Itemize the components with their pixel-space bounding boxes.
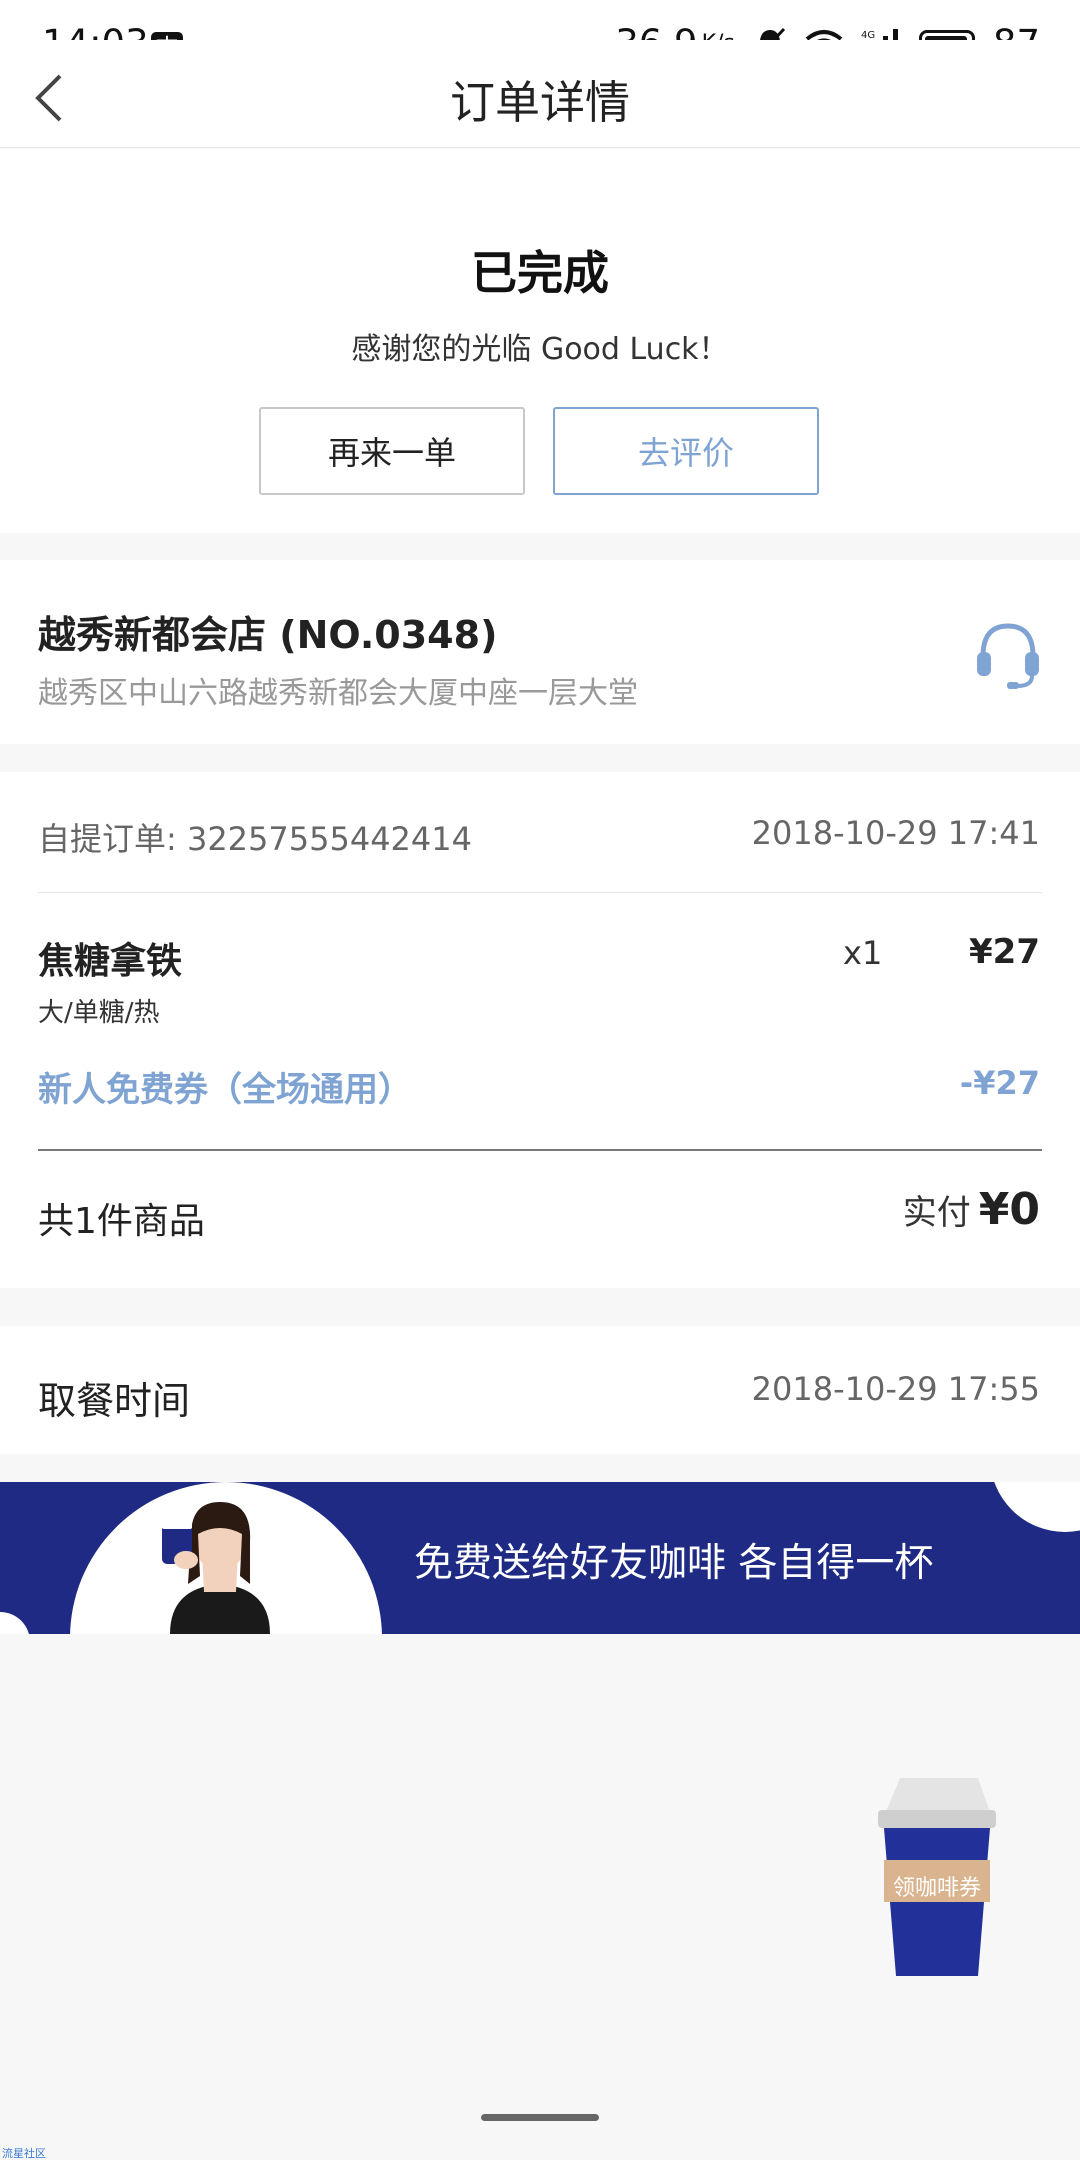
banner-slogan: 免费送给好友咖啡 各自得一杯 (414, 1541, 934, 1586)
total-payment: 实付 ¥0 (903, 1184, 1040, 1235)
coupon-amount: -¥27 (959, 1064, 1040, 1102)
coupon-name: 新人免费券（全场通用） (38, 1070, 412, 1110)
total-label: 实付 (902, 1193, 971, 1233)
reorder-button[interactable]: 再来一单 (259, 407, 525, 495)
divider (38, 1149, 1042, 1151)
promo-banner[interactable]: 免费送给好友咖啡 各自得一杯 (0, 1482, 1080, 1634)
watermark: 流星社区 (2, 2147, 46, 2160)
page-title: 订单详情 (449, 76, 630, 129)
home-indicator[interactable] (481, 2114, 599, 2121)
store-card: 越秀新都会店 (NO.0348) 越秀区中山六路越秀新都会大厦中座一层大堂 (0, 560, 1080, 744)
total-item-count: 共1件商品 (38, 1201, 205, 1242)
order-number: 自提订单: 32257555442414 (38, 820, 472, 858)
item-quantity: x1 (843, 934, 883, 972)
item-name: 焦糖拿铁 (38, 941, 183, 982)
total-value: ¥0 (978, 1184, 1040, 1235)
pickup-time: 2018-10-29 17:55 (751, 1370, 1040, 1408)
store-name: 越秀新都会店 (NO.0348) (38, 613, 498, 657)
spokesperson-image (162, 1502, 270, 1634)
review-button[interactable]: 去评价 (553, 407, 819, 495)
coffee-coupon-float-button[interactable]: 领咖啡券 (870, 1772, 1002, 1978)
thanks-message: 感谢您的光临 Good Luck！ (351, 332, 729, 367)
order-status-card: 已完成 感谢您的光临 Good Luck！ 再来一单 去评价 (0, 149, 1080, 533)
pickup-card: 取餐时间 2018-10-29 17:55 (0, 1326, 1080, 1454)
pickup-label: 取餐时间 (38, 1379, 191, 1423)
headset-icon[interactable] (975, 618, 1041, 690)
banner-decor-circle (0, 1612, 30, 1634)
order-time: 2018-10-29 17:41 (751, 814, 1040, 852)
svg-text:4G: 4G (861, 30, 875, 41)
nav-bar: 订单详情 (0, 40, 1080, 148)
item-spec: 大/单糖/热 (38, 998, 160, 1028)
item-price: ¥27 (969, 932, 1040, 972)
divider (38, 892, 1042, 893)
coffee-coupon-label: 领咖啡券 (892, 1876, 981, 1901)
banner-decor-circle (990, 1482, 1080, 1532)
store-address: 越秀区中山六路越秀新都会大厦中座一层大堂 (38, 676, 638, 711)
order-status-title: 已完成 (471, 246, 609, 300)
order-detail-card: 自提订单: 32257555442414 2018-10-29 17:41 焦糖… (0, 772, 1080, 1288)
